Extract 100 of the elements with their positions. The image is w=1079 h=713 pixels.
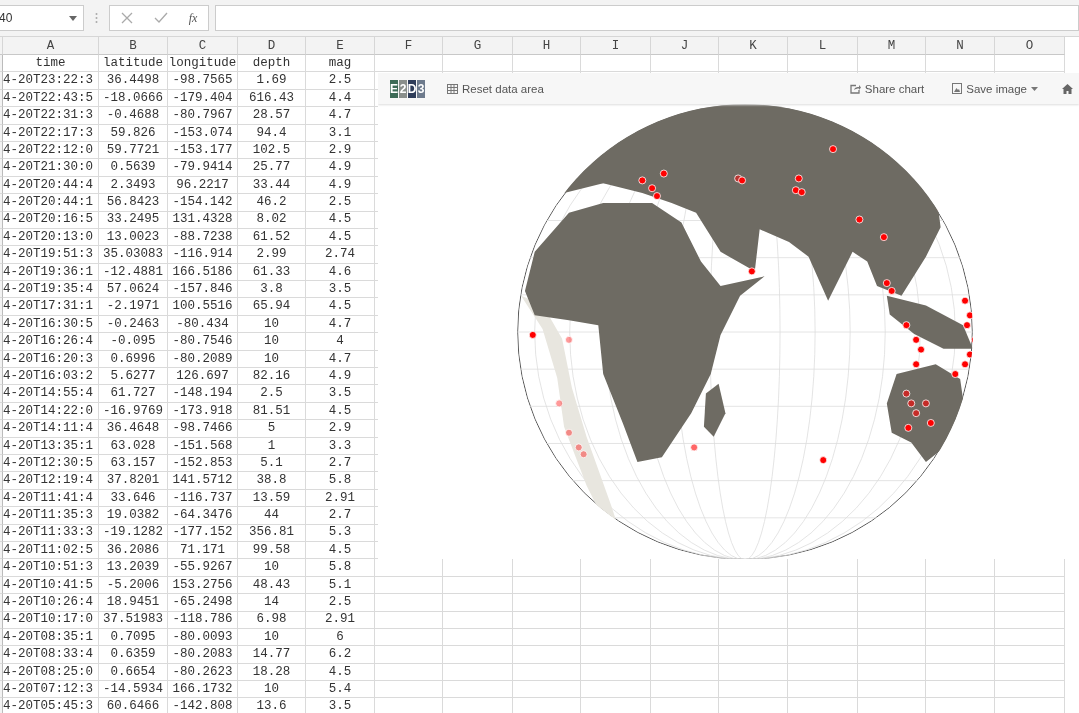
- empty-cell[interactable]: [375, 55, 443, 73]
- empty-cell[interactable]: [443, 611, 513, 629]
- empty-cell[interactable]: [719, 55, 788, 73]
- empty-cell[interactable]: [858, 611, 926, 629]
- empty-cell[interactable]: [926, 594, 995, 612]
- empty-cell[interactable]: [375, 628, 443, 647]
- empty-cell[interactable]: [651, 628, 719, 647]
- empty-cell[interactable]: [995, 55, 1065, 73]
- check-icon[interactable]: [153, 12, 168, 24]
- empty-cell[interactable]: [375, 663, 443, 682]
- column-header[interactable]: L: [788, 37, 858, 55]
- empty-cell[interactable]: [788, 594, 858, 612]
- column-header[interactable]: F: [375, 37, 443, 55]
- empty-cell[interactable]: [995, 628, 1065, 647]
- empty-cell[interactable]: [513, 55, 581, 73]
- column-header[interactable]: M: [858, 37, 926, 55]
- column-header[interactable]: G: [443, 37, 513, 55]
- reset-data-area-button[interactable]: Reset data area: [443, 80, 548, 97]
- empty-cell[interactable]: [651, 594, 719, 612]
- empty-cell[interactable]: [375, 576, 443, 595]
- empty-cell[interactable]: [513, 576, 581, 595]
- empty-cell[interactable]: [719, 663, 788, 682]
- empty-cell[interactable]: [443, 681, 513, 699]
- empty-cell[interactable]: [719, 576, 788, 595]
- empty-cell[interactable]: [788, 663, 858, 682]
- save-image-button[interactable]: Save image: [948, 80, 1042, 97]
- empty-cell[interactable]: [513, 663, 581, 682]
- empty-cell[interactable]: [719, 611, 788, 629]
- logo[interactable]: E2D3: [390, 79, 425, 98]
- empty-cell[interactable]: [926, 681, 995, 699]
- empty-cell[interactable]: [788, 646, 858, 664]
- empty-cell[interactable]: [513, 681, 581, 699]
- empty-cell[interactable]: [858, 628, 926, 647]
- empty-cell[interactable]: [926, 611, 995, 629]
- empty-cell[interactable]: [513, 628, 581, 647]
- empty-cell[interactable]: [788, 681, 858, 699]
- empty-cell[interactable]: [858, 576, 926, 595]
- empty-cell[interactable]: [858, 594, 926, 612]
- empty-cell[interactable]: [788, 55, 858, 73]
- empty-cell[interactable]: [581, 646, 651, 664]
- column-header[interactable]: O: [995, 37, 1065, 55]
- empty-cell[interactable]: [719, 646, 788, 664]
- column-header[interactable]: D: [238, 37, 306, 55]
- empty-cell[interactable]: [858, 663, 926, 682]
- empty-cell[interactable]: [995, 576, 1065, 595]
- empty-cell[interactable]: [513, 594, 581, 612]
- empty-cell[interactable]: [581, 55, 651, 73]
- empty-cell[interactable]: [513, 611, 581, 629]
- empty-cell[interactable]: [375, 646, 443, 664]
- empty-cell[interactable]: [995, 681, 1065, 699]
- empty-cell[interactable]: [581, 594, 651, 612]
- empty-cell[interactable]: [651, 681, 719, 699]
- cancel-icon[interactable]: [120, 12, 133, 24]
- empty-cell[interactable]: [995, 611, 1065, 629]
- share-chart-button[interactable]: Share chart: [845, 80, 929, 97]
- empty-cell[interactable]: [581, 663, 651, 682]
- empty-cell[interactable]: [926, 646, 995, 664]
- empty-cell[interactable]: [443, 646, 513, 664]
- empty-cell[interactable]: [375, 611, 443, 629]
- empty-cell[interactable]: [443, 663, 513, 682]
- empty-cell[interactable]: [858, 681, 926, 699]
- empty-cell[interactable]: [375, 681, 443, 699]
- column-header[interactable]: C: [168, 37, 238, 55]
- empty-cell[interactable]: [858, 55, 926, 73]
- empty-cell[interactable]: [926, 576, 995, 595]
- dropdown-caret-icon[interactable]: [69, 15, 77, 21]
- empty-cell[interactable]: [581, 628, 651, 647]
- empty-cell[interactable]: [651, 55, 719, 73]
- empty-cell[interactable]: [375, 594, 443, 612]
- empty-cell[interactable]: [926, 663, 995, 682]
- empty-cell[interactable]: [926, 628, 995, 647]
- insert-function-button[interactable]: fx: [188, 10, 198, 26]
- empty-cell[interactable]: [995, 594, 1065, 612]
- empty-cell[interactable]: [995, 646, 1065, 664]
- column-header[interactable]: A: [3, 37, 99, 55]
- empty-cell[interactable]: [788, 628, 858, 647]
- empty-cell[interactable]: [719, 681, 788, 699]
- empty-cell[interactable]: [581, 576, 651, 595]
- column-header[interactable]: J: [651, 37, 719, 55]
- name-box[interactable]: 40: [0, 5, 84, 31]
- empty-cell[interactable]: [719, 628, 788, 647]
- empty-cell[interactable]: [581, 681, 651, 699]
- empty-cell[interactable]: [651, 663, 719, 682]
- column-header[interactable]: N: [926, 37, 995, 55]
- column-header[interactable]: E: [306, 37, 375, 55]
- column-header[interactable]: K: [719, 37, 788, 55]
- empty-cell[interactable]: [443, 55, 513, 73]
- empty-cell[interactable]: [651, 646, 719, 664]
- column-header[interactable]: B: [99, 37, 168, 55]
- empty-cell[interactable]: [926, 55, 995, 73]
- home-icon[interactable]: [1062, 83, 1073, 94]
- empty-cell[interactable]: [443, 576, 513, 595]
- empty-cell[interactable]: [788, 611, 858, 629]
- empty-cell[interactable]: [581, 611, 651, 629]
- empty-cell[interactable]: [443, 594, 513, 612]
- empty-cell[interactable]: [443, 628, 513, 647]
- empty-cell[interactable]: [858, 646, 926, 664]
- empty-cell[interactable]: [995, 663, 1065, 682]
- empty-cell[interactable]: [788, 576, 858, 595]
- column-header[interactable]: I: [581, 37, 651, 55]
